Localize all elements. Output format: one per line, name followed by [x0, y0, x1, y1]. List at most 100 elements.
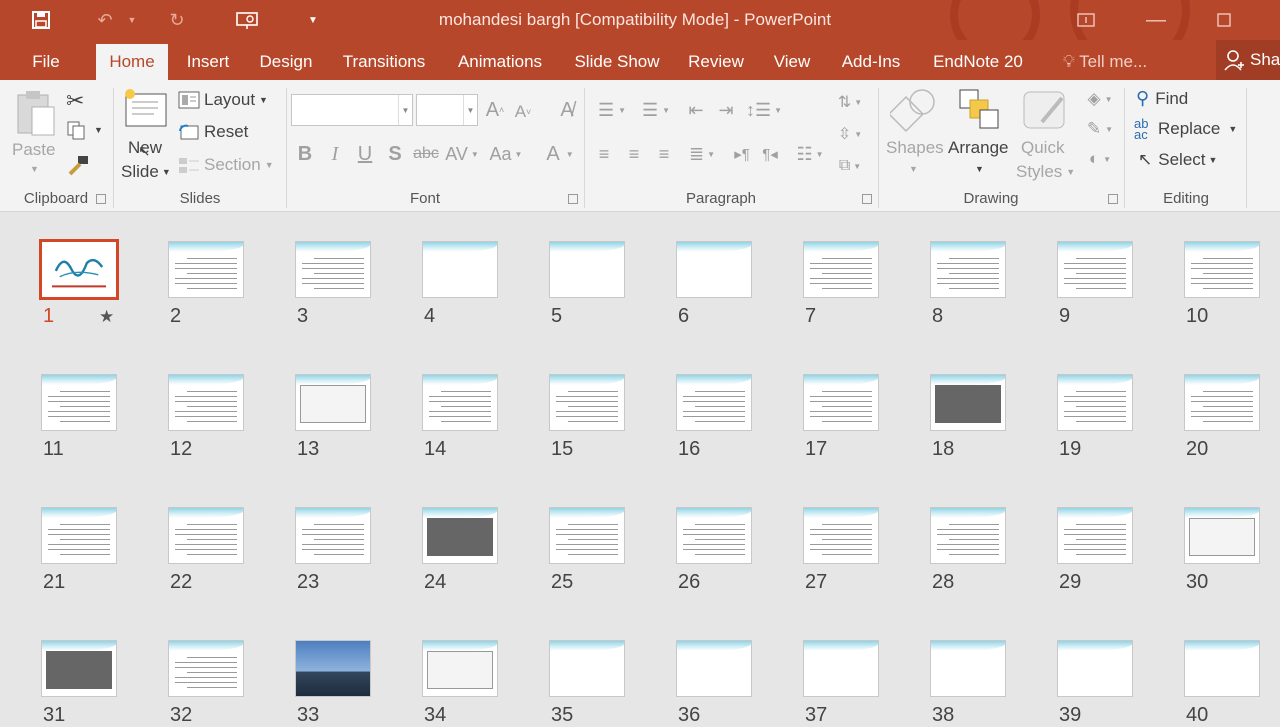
slide-number: 6 — [678, 305, 690, 327]
new-slide-button-line2[interactable]: Slide ▼ — [121, 162, 171, 182]
numbering-icon[interactable]: ☰ ▼ — [636, 96, 676, 124]
tab-endnote[interactable]: EndNote 20 — [922, 44, 1034, 80]
paste-button[interactable]: Paste — [12, 140, 55, 160]
arrange-icon[interactable] — [956, 88, 1002, 132]
shapes-button[interactable]: Shapes — [886, 138, 944, 158]
cut-icon[interactable]: ✂ — [66, 88, 84, 114]
paragraph-launcher-icon[interactable] — [862, 194, 872, 204]
tab-file[interactable]: File — [20, 44, 72, 80]
customize-qat-icon[interactable]: ▼ — [300, 0, 326, 40]
quick-styles-line1[interactable]: Quick — [1021, 138, 1064, 158]
slide-preview — [295, 640, 371, 697]
slide-preview — [803, 507, 879, 564]
format-painter-icon[interactable] — [66, 154, 90, 176]
text-shadow-icon[interactable]: S — [384, 140, 406, 168]
clipboard-launcher-icon[interactable] — [96, 194, 106, 204]
tab-add-ins[interactable]: Add-Ins — [832, 44, 910, 80]
reset-button[interactable]: Reset — [178, 122, 248, 142]
clear-formatting-icon[interactable]: A̸ — [555, 96, 579, 124]
redo-icon[interactable]: ↻ — [160, 0, 194, 40]
character-spacing-icon[interactable]: AV ▼ — [444, 140, 480, 168]
chevron-down-icon: ▼ — [259, 95, 268, 105]
new-slide-icon[interactable] — [124, 88, 170, 130]
maximize-icon[interactable] — [1204, 0, 1244, 40]
tab-transitions[interactable]: Transitions — [334, 44, 434, 80]
shape-effects-icon[interactable]: ◐ ▼ — [1080, 146, 1120, 172]
smartart-icon[interactable]: ⧉ ▼ — [830, 152, 870, 180]
shape-outline-icon[interactable]: ✎ ▼ — [1080, 116, 1120, 142]
ltr-icon[interactable]: ▸¶ — [730, 140, 754, 168]
slide-number: 5 — [551, 305, 563, 327]
animation-star-icon[interactable]: ★ — [99, 307, 114, 327]
drawing-launcher-icon[interactable] — [1108, 194, 1118, 204]
font-launcher-icon[interactable] — [568, 194, 578, 204]
bullets-icon[interactable]: ☰ ▼ — [592, 96, 632, 124]
arrange-button[interactable]: Arrange — [948, 138, 1008, 158]
shape-fill-icon[interactable]: ◈ ▼ — [1080, 86, 1120, 112]
quick-styles-label: Styles — [1016, 162, 1063, 181]
replace-button[interactable]: ab ac Replace ▼ — [1134, 117, 1237, 141]
minimize-icon[interactable]: — — [1136, 0, 1176, 40]
layout-button[interactable]: Layout ▼ — [178, 90, 268, 110]
slide-preview — [1057, 241, 1133, 298]
chevron-down-icon: ▼ — [1066, 167, 1076, 177]
share-button[interactable]: Sha — [1216, 40, 1280, 80]
slide-number: 26 — [678, 571, 701, 593]
align-right-icon[interactable]: ≡ — [652, 140, 676, 168]
select-button[interactable]: ↖ Select ▼ — [1138, 150, 1217, 170]
align-center-icon[interactable]: ≡ — [622, 140, 646, 168]
paste-icon[interactable] — [14, 88, 58, 140]
line-spacing-icon[interactable]: ↕☰ ▼ — [744, 96, 784, 124]
slide-preview — [295, 241, 371, 298]
ribbon-display-icon[interactable] — [1066, 0, 1106, 40]
slide-number: 7 — [805, 305, 817, 327]
slide-preview — [41, 640, 117, 697]
save-icon[interactable] — [24, 0, 58, 40]
tab-view[interactable]: View — [764, 44, 820, 80]
undo-dropdown-icon[interactable]: ▼ — [124, 0, 140, 40]
font-color-icon[interactable]: A ▼ — [540, 140, 580, 168]
slide-number: 27 — [805, 571, 828, 593]
slide-preview — [1057, 507, 1133, 564]
undo-icon[interactable]: ↶ — [88, 0, 122, 40]
tab-home[interactable]: Home — [96, 44, 168, 80]
title-bar: ↶ ▼ ↻ ▼ mohandesi bargh [Compatibility M… — [0, 0, 1280, 70]
paste-dropdown-icon[interactable]: ▼ — [30, 164, 39, 174]
columns-icon[interactable]: ☷ ▼ — [790, 140, 830, 168]
tab-design[interactable]: Design — [250, 44, 322, 80]
find-button[interactable]: ⚲ Find — [1136, 88, 1188, 109]
tab-animations[interactable]: Animations — [446, 44, 554, 80]
justify-icon[interactable]: ≣ ▼ — [682, 140, 722, 168]
italic-icon[interactable]: I — [324, 140, 346, 168]
decrease-indent-icon[interactable]: ⇤ — [682, 96, 710, 124]
copy-icon[interactable]: ▼ — [66, 120, 103, 140]
font-size-combo[interactable]: ▼ — [416, 94, 478, 126]
grow-font-icon[interactable]: A ˄ — [484, 96, 506, 124]
align-text-icon[interactable]: ⇳ ▼ — [830, 120, 870, 148]
font-name-combo[interactable]: ▼ — [291, 94, 413, 126]
presentation-icon[interactable] — [230, 0, 264, 40]
chevron-down-icon[interactable]: ▼ — [975, 164, 984, 174]
quick-styles-icon[interactable] — [1022, 88, 1070, 132]
bold-icon[interactable]: B — [294, 140, 316, 168]
shapes-icon[interactable] — [890, 86, 940, 132]
shrink-font-icon[interactable]: A ˅ — [512, 98, 534, 126]
strikethrough-icon[interactable]: abc — [412, 140, 440, 168]
section-button[interactable]: Section ▼ — [178, 155, 274, 175]
tab-slide-show[interactable]: Slide Show — [566, 44, 668, 80]
slide-number: 18 — [932, 438, 955, 460]
tab-review[interactable]: Review — [680, 44, 752, 80]
slide-number: 22 — [170, 571, 193, 593]
change-case-icon[interactable]: Aa ▼ — [486, 140, 526, 168]
increase-indent-icon[interactable]: ⇥ — [712, 96, 740, 124]
rtl-icon[interactable]: ¶◂ — [758, 140, 782, 168]
slide-preview — [295, 507, 371, 564]
slide-preview — [803, 241, 879, 298]
underline-icon[interactable]: U — [354, 140, 376, 168]
chevron-down-icon[interactable]: ▼ — [909, 164, 918, 174]
align-left-icon[interactable]: ≡ — [592, 140, 616, 168]
tell-me-search[interactable]: 💡︎ Tell me... — [1050, 44, 1160, 80]
quick-styles-line2[interactable]: Styles ▼ — [1016, 162, 1075, 182]
tab-insert[interactable]: Insert — [178, 44, 238, 80]
text-direction-icon[interactable]: ⇅ ▼ — [830, 88, 870, 116]
